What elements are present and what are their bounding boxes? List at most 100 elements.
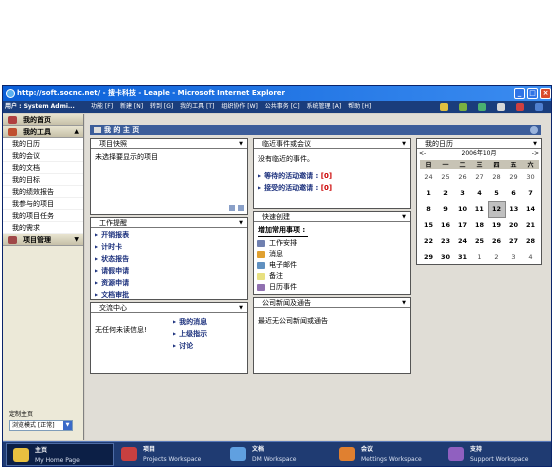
reminder-timecard[interactable]: 计时卡 xyxy=(91,241,247,253)
calendar-day[interactable]: 14 xyxy=(522,201,539,217)
calendar-day[interactable]: 25 xyxy=(471,233,488,249)
calendar-day[interactable]: 8 xyxy=(420,201,437,217)
sidebar-item-my-projects[interactable]: 我参与的项目 xyxy=(3,198,83,210)
sidebar-item-project-tasks[interactable]: 我的项目任务 xyxy=(3,210,83,222)
logout-icon[interactable] xyxy=(516,103,524,111)
calendar-day[interactable]: 6 xyxy=(505,185,522,201)
panel-menu-icon[interactable]: ▼ xyxy=(533,139,537,149)
help-icon[interactable] xyxy=(497,103,505,111)
browse-mode-select[interactable]: 浏览模式 [正常] ▼ xyxy=(9,420,73,431)
calendar-day[interactable]: 11 xyxy=(471,201,488,217)
calendar-day[interactable]: 1 xyxy=(420,185,437,201)
panel-menu-icon[interactable]: ▼ xyxy=(402,298,406,308)
next-month-button[interactable]: -> xyxy=(532,149,539,159)
sidebar-project-header[interactable]: 项目管理 ▼ xyxy=(3,234,83,246)
sidebar-item-calendar[interactable]: 我的日历 xyxy=(3,138,83,150)
reminder-status[interactable]: 状态报告 xyxy=(91,253,247,265)
menu-system[interactable]: 系统管理 [A] xyxy=(306,103,341,110)
sidebar-item-requirements[interactable]: 我的需求 xyxy=(3,222,83,234)
calendar-day[interactable]: 27 xyxy=(471,169,488,185)
calendar-day[interactable]: 27 xyxy=(505,233,522,249)
next-page-icon[interactable] xyxy=(238,205,244,211)
calendar-day[interactable]: 30 xyxy=(437,249,454,265)
calendar-day[interactable]: 28 xyxy=(488,169,505,185)
menu-new[interactable]: 新建 [N] xyxy=(120,103,143,110)
reminder-resource[interactable]: 资源申请 xyxy=(91,277,247,289)
calendar-day[interactable]: 23 xyxy=(437,233,454,249)
calendar-day[interactable]: 17 xyxy=(454,217,471,233)
calendar-day[interactable]: 24 xyxy=(420,169,437,185)
panel-menu-icon[interactable]: ▼ xyxy=(239,218,243,228)
tab-projects[interactable]: 项目 Projects Workspace xyxy=(115,443,223,466)
calendar-day[interactable]: 10 xyxy=(454,201,471,217)
minimize-button[interactable]: _ xyxy=(514,88,525,99)
calendar-day[interactable]: 12 xyxy=(487,200,506,218)
calendar-day[interactable]: 24 xyxy=(454,233,471,249)
menu-function[interactable]: 功能 [F] xyxy=(91,103,113,110)
reminder-leave[interactable]: 请假申请 xyxy=(91,265,247,277)
page-close-icon[interactable] xyxy=(530,126,538,134)
exchange-messages[interactable]: 我的消息 xyxy=(169,316,207,328)
calendar-day[interactable]: 19 xyxy=(488,217,505,233)
calendar-day[interactable]: 16 xyxy=(437,217,454,233)
calendar-day[interactable]: 9 xyxy=(437,201,454,217)
menu-my-tools[interactable]: 我的工具 [T] xyxy=(180,103,214,110)
sidebar-tools-header[interactable]: 我的工具 ▲ xyxy=(3,126,83,138)
maximize-button[interactable]: □ xyxy=(527,88,538,99)
create-calendar-event[interactable]: 日历事件 xyxy=(254,282,410,293)
exchange-discussion[interactable]: 讨论 xyxy=(169,340,207,352)
waiting-invites[interactable]: 等待的活动邀请 : [0] xyxy=(254,170,410,182)
calendar-day[interactable]: 4 xyxy=(522,249,539,265)
info-icon[interactable] xyxy=(535,103,543,111)
calendar-day[interactable]: 29 xyxy=(420,249,437,265)
calendar-day[interactable]: 1 xyxy=(471,249,488,265)
expand-icon[interactable]: ▼ xyxy=(74,234,79,246)
sidebar-item-documents[interactable]: 我的文档 xyxy=(3,162,83,174)
sidebar-item-meetings[interactable]: 我的会议 xyxy=(3,150,83,162)
calendar-day[interactable]: 21 xyxy=(522,217,539,233)
calendar-day[interactable]: 31 xyxy=(454,249,471,265)
panel-menu-icon[interactable]: ▼ xyxy=(239,303,243,313)
accepted-invites[interactable]: 接受的活动邀请 : [0] xyxy=(254,182,410,194)
exchange-instructions[interactable]: 上级指示 xyxy=(169,328,207,340)
panel-menu-icon[interactable]: ▼ xyxy=(402,212,406,222)
create-message[interactable]: 消息 xyxy=(254,249,410,260)
calendar-day[interactable]: 26 xyxy=(488,233,505,249)
calendar-day[interactable]: 7 xyxy=(522,185,539,201)
prev-month-button[interactable]: <- xyxy=(419,149,426,159)
calendar-day[interactable]: 13 xyxy=(505,201,522,217)
tab-support[interactable]: 支持 Support Workspace xyxy=(442,443,550,466)
calendar-day[interactable]: 2 xyxy=(488,249,505,265)
sidebar-item-performance[interactable]: 我的绩效报告 xyxy=(3,186,83,198)
reminder-document[interactable]: 文档审批 xyxy=(91,289,247,301)
menu-help[interactable]: 帮助 [H] xyxy=(348,103,371,110)
create-email[interactable]: 电子邮件 xyxy=(254,260,410,271)
refresh-icon[interactable] xyxy=(440,103,448,111)
sidebar-item-goals[interactable]: 我的目标 xyxy=(3,174,83,186)
calendar-day[interactable]: 15 xyxy=(420,217,437,233)
calendar-day[interactable]: 2 xyxy=(437,185,454,201)
calendar-day[interactable]: 25 xyxy=(437,169,454,185)
home-icon[interactable] xyxy=(459,103,467,111)
create-work-arrangement[interactable]: 工作安排 xyxy=(254,238,410,249)
user-label[interactable]: 用户 : System Admi... xyxy=(5,101,75,113)
close-button[interactable]: × xyxy=(540,88,551,99)
calendar-day[interactable]: 30 xyxy=(522,169,539,185)
create-note[interactable]: 备注 xyxy=(254,271,410,282)
panel-menu-icon[interactable]: ▼ xyxy=(239,139,243,149)
calendar-day[interactable]: 5 xyxy=(488,185,505,201)
sidebar-home[interactable]: 我的首页 xyxy=(3,114,83,126)
calendar-day[interactable]: 22 xyxy=(420,233,437,249)
print-icon[interactable] xyxy=(478,103,486,111)
tab-home[interactable]: 主页 My Home Page xyxy=(6,443,114,466)
calendar-day[interactable]: 28 xyxy=(522,233,539,249)
chevron-down-icon[interactable]: ▼ xyxy=(63,421,72,430)
reminder-expense[interactable]: 开销报表 xyxy=(91,229,247,241)
menu-goto[interactable]: 转到 [G] xyxy=(150,103,173,110)
panel-menu-icon[interactable]: ▼ xyxy=(402,139,406,149)
menu-collaboration[interactable]: 组织协作 [W] xyxy=(221,103,258,110)
prev-page-icon[interactable] xyxy=(229,205,235,211)
calendar-day[interactable]: 29 xyxy=(505,169,522,185)
menu-public[interactable]: 公共事务 [C] xyxy=(265,103,300,110)
calendar-day[interactable]: 3 xyxy=(505,249,522,265)
